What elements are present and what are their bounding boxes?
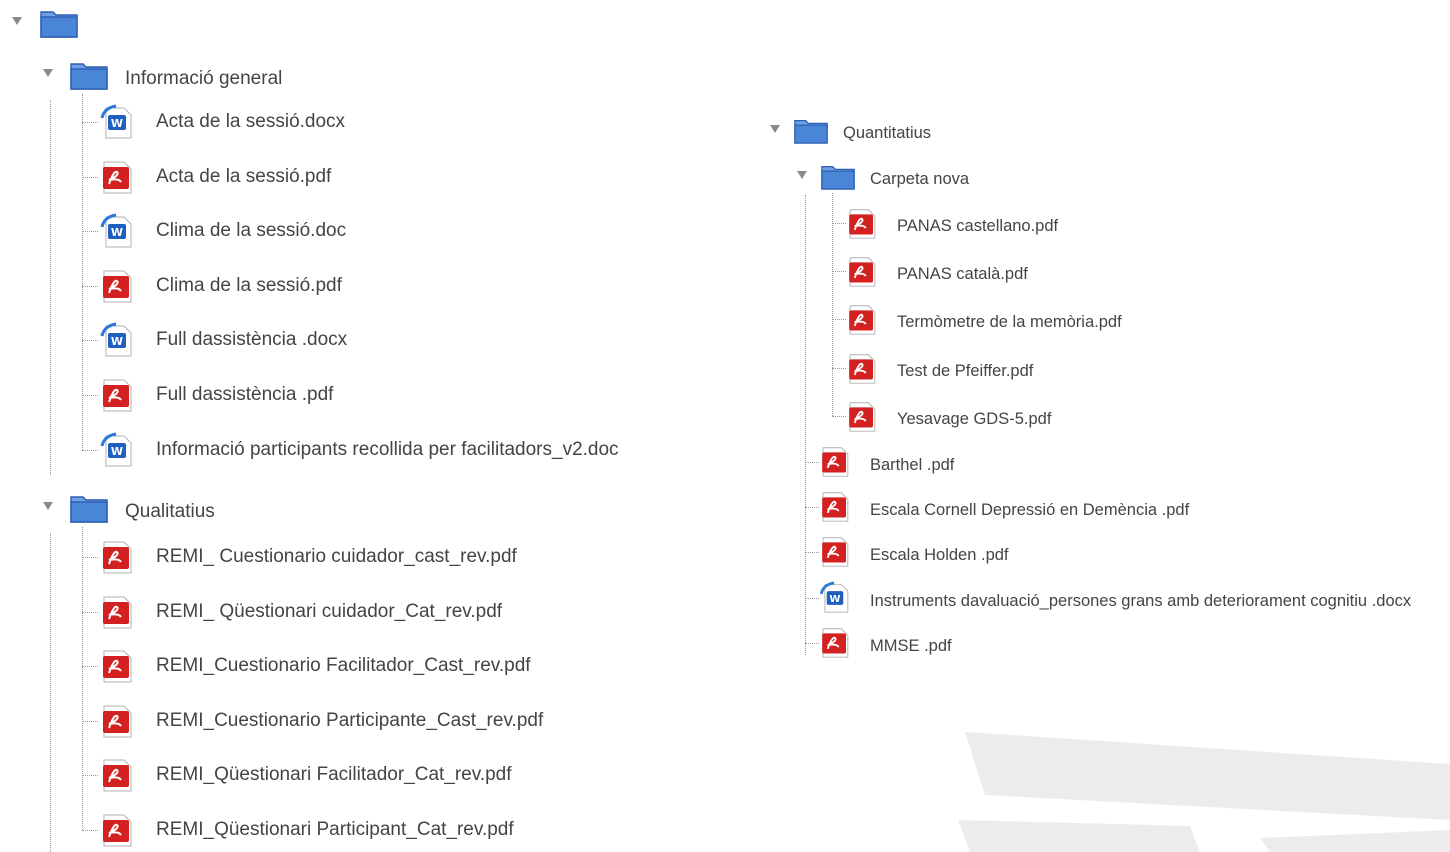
- pdf-file-icon[interactable]: [846, 303, 878, 336]
- tree-connector-line: [832, 193, 833, 416]
- tree-connector-line: [82, 395, 98, 396]
- pdf-file-icon[interactable]: [819, 490, 851, 523]
- file-label[interactable]: REMI_ Qüestionari cuidador_Cat_rev.pdf: [156, 601, 502, 623]
- tree-connector-line: [805, 462, 819, 463]
- pdf-file-icon[interactable]: [846, 400, 878, 433]
- file-label[interactable]: Instruments davaluació_persones grans am…: [870, 592, 1411, 611]
- folder-label[interactable]: Informació general: [125, 68, 282, 90]
- pdf-file-icon[interactable]: [100, 703, 134, 739]
- tree-connector-line: [50, 100, 51, 475]
- tree-connector-line: [832, 271, 846, 273]
- file-label[interactable]: REMI_Qüestionari Participant_Cat_rev.pdf: [156, 819, 514, 841]
- tree-connector-line: [82, 94, 83, 450]
- file-label[interactable]: Clima de la sessió.doc: [156, 220, 346, 242]
- file-label[interactable]: Full dassistència .pdf: [156, 384, 333, 406]
- root-folder-icon[interactable]: [40, 8, 78, 38]
- file-label[interactable]: REMI_Cuestionario Participante_Cast_rev.…: [156, 710, 543, 732]
- tree-connector-line: [82, 720, 98, 722]
- pdf-file-icon[interactable]: [819, 445, 851, 478]
- pdf-file-icon[interactable]: [100, 268, 134, 304]
- file-label[interactable]: REMI_ Cuestionario cuidador_cast_rev.pdf: [156, 546, 517, 568]
- file-label[interactable]: Escala Cornell Depressió en Demència .pd…: [870, 501, 1189, 520]
- pdf-file-icon[interactable]: [100, 539, 134, 575]
- word-file-icon[interactable]: W: [100, 432, 134, 468]
- root-toggle-icon[interactable]: [12, 17, 22, 25]
- file-label[interactable]: Barthel .pdf: [870, 456, 954, 475]
- folder-label[interactable]: Carpeta nova: [870, 170, 969, 189]
- background-watermark: [958, 732, 1450, 852]
- tree-connector-line: [82, 285, 98, 287]
- folder-toggle-icon[interactable]: [797, 171, 807, 179]
- word-file-icon[interactable]: W: [819, 581, 851, 614]
- pdf-file-icon[interactable]: [846, 352, 878, 385]
- file-label[interactable]: PANAS català.pdf: [897, 265, 1028, 284]
- tree-connector-line: [805, 642, 819, 644]
- svg-text:W: W: [111, 445, 123, 458]
- folder-icon[interactable]: [70, 60, 108, 90]
- file-label[interactable]: PANAS castellano.pdf: [897, 217, 1058, 236]
- pdf-file-icon[interactable]: [819, 535, 851, 568]
- file-label[interactable]: Termòmetre de la memòria.pdf: [897, 313, 1122, 332]
- tree-connector-line: [805, 195, 806, 655]
- tree-connector-line: [832, 367, 846, 369]
- tree-connector-line: [82, 775, 98, 777]
- pdf-file-icon[interactable]: [100, 594, 134, 630]
- file-label[interactable]: MMSE .pdf: [870, 637, 952, 656]
- svg-text:W: W: [829, 594, 840, 605]
- tree-connector-line: [82, 830, 98, 831]
- tree-connector-line: [805, 552, 819, 554]
- tree-connector-line: [82, 449, 98, 451]
- file-label[interactable]: Test de Pfeiffer.pdf: [897, 362, 1033, 381]
- pdf-file-icon[interactable]: [100, 377, 134, 413]
- folder-toggle-icon[interactable]: [43, 502, 53, 510]
- folder-icon[interactable]: [70, 493, 108, 523]
- tree-connector-line: [82, 231, 98, 233]
- folder-icon[interactable]: [794, 117, 832, 147]
- tree-connector-line: [82, 666, 98, 668]
- file-label[interactable]: Escala Holden .pdf: [870, 546, 1009, 565]
- file-label[interactable]: REMI_Cuestionario Facilitador_Cast_rev.p…: [156, 655, 531, 677]
- tree-connector-line: [82, 611, 98, 613]
- file-label[interactable]: Acta de la sessió.docx: [156, 111, 345, 133]
- pdf-file-icon[interactable]: [100, 648, 134, 684]
- tree-connector-line: [805, 507, 819, 509]
- svg-text:W: W: [111, 335, 123, 348]
- pdf-file-icon[interactable]: [100, 812, 134, 848]
- file-label[interactable]: Clima de la sessió.pdf: [156, 275, 342, 297]
- pdf-file-icon[interactable]: [846, 255, 878, 288]
- pdf-file-icon[interactable]: [846, 207, 878, 240]
- tree-connector-line: [832, 319, 846, 321]
- pdf-file-icon[interactable]: [100, 159, 134, 195]
- word-file-icon[interactable]: W: [100, 322, 134, 358]
- folder-label[interactable]: Qualitatius: [125, 501, 215, 523]
- tree-connector-line: [805, 597, 819, 599]
- folder-icon[interactable]: [821, 163, 859, 193]
- svg-text:W: W: [111, 226, 123, 239]
- file-label[interactable]: Informació participants recollida per fa…: [156, 439, 619, 461]
- tree-connector-line: [832, 415, 846, 417]
- file-label[interactable]: REMI_Qüestionari Facilitador_Cat_rev.pdf: [156, 764, 512, 786]
- folder-toggle-icon[interactable]: [770, 125, 780, 133]
- file-label[interactable]: Acta de la sessió.pdf: [156, 166, 331, 188]
- file-label[interactable]: Full dassistència .docx: [156, 329, 347, 351]
- word-file-icon[interactable]: W: [100, 104, 134, 140]
- tree-connector-line: [50, 533, 51, 852]
- tree-connector-line: [82, 176, 98, 178]
- file-label[interactable]: Yesavage GDS-5.pdf: [897, 410, 1051, 429]
- word-file-icon[interactable]: W: [100, 213, 134, 249]
- tree-connector-line: [832, 223, 846, 224]
- tree-connector-line: [82, 340, 98, 342]
- svg-text:W: W: [111, 117, 123, 130]
- tree-connector-line: [82, 527, 83, 830]
- folder-label[interactable]: Quantitatius: [843, 124, 931, 143]
- folder-toggle-icon[interactable]: [43, 69, 53, 77]
- tree-connector-line: [82, 122, 98, 123]
- pdf-file-icon[interactable]: [819, 626, 851, 659]
- tree-connector-line: [82, 557, 98, 558]
- pdf-file-icon[interactable]: [100, 757, 134, 793]
